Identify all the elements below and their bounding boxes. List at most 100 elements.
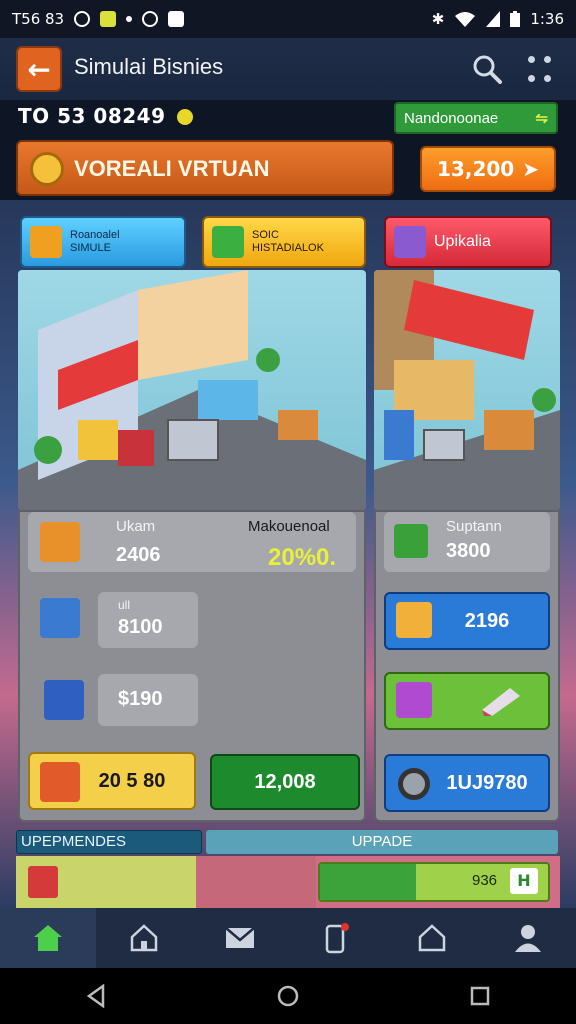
stat-row-1: Ukam 2406 Makouenoal 20%0. [28,512,356,572]
stat-row-1-value: 2406 [116,544,161,566]
storage-icon [28,866,58,898]
currency-amount: 53 08249 [57,104,166,128]
yellow-buy-button[interactable]: 20 5 80 [28,752,196,810]
home-icon [34,925,62,951]
tab-upgrade[interactable]: Upikalia [384,216,552,268]
green-upgrade-button[interactable] [384,672,550,730]
stat-right-row-1-value: 3800 [446,540,491,562]
collect-button[interactable]: 13,200 ➤ [420,146,556,192]
media-icon [142,11,159,27]
green-buy-value: 12,008 [254,770,316,793]
dots-menu-icon[interactable] [528,56,558,86]
crate-icon [40,522,80,562]
pencil-icon [482,688,520,716]
green-buy-button[interactable]: 12,008 [210,754,360,810]
building-outline-icon [418,924,446,952]
section-upgrade-right-label: UPPADE [206,830,558,854]
battery-icon [510,11,521,27]
system-nav-bar [0,968,576,1024]
search-icon [473,55,502,84]
house-outline-icon [130,924,158,952]
collect-value: 13,200 [437,157,515,181]
app-notification-icon [100,11,117,27]
basket-icon [40,598,80,638]
section-upgrades-left-label: UPEPMENDES [16,830,202,854]
forklift-icon [30,226,62,258]
bluetooth-icon: ✱ [431,10,445,28]
box-icon [44,680,84,720]
blue-tire-button[interactable]: 1UJ9780 [384,754,550,812]
store-illustration [18,270,366,510]
system-home-icon[interactable] [276,984,300,1008]
right-stats-panel: Suptann 3800 2196 1UJ9780 [374,510,560,822]
truck-icon [40,762,80,802]
download-icon [168,11,185,27]
stat-right-row-1: Suptann 3800 [384,512,550,572]
app-header: ← Simulai Bisnies [0,38,576,100]
tab-shop[interactable]: SOIC HISTADIALOK [202,216,366,268]
nav-profile[interactable] [480,908,576,968]
stack-icon [396,682,432,718]
notification-icon [74,11,91,27]
nav-phone[interactable] [288,908,384,968]
shop-scene-left[interactable] [18,270,366,510]
blue-upgrade-button[interactable]: 2196 [384,592,550,650]
nav-home[interactable] [0,908,96,968]
gold-coin-icon [30,152,64,186]
tab-simule-bottom: SIMULE [70,242,111,254]
yellow-buy-value: 20 5 80 [98,769,166,792]
cash-icon [394,524,428,558]
status-clock: 1:36 [530,10,564,28]
tab-shop-text: SOIC HISTADIALOK [252,229,324,255]
stat-row-1-label: Ukam [116,518,156,535]
progress-value: 936 [472,872,498,889]
tab-simule[interactable]: Roanoalel SIMULE [20,216,186,268]
wifi-icon [455,12,476,27]
blue-upgrade-value: 2196 [464,609,510,632]
arrows-icon: ⇋ [535,110,548,127]
stat-row-2-value: 8100 [118,616,163,638]
tab-upgrade-label: Upikalia [434,233,491,250]
left-stats-panel: Ukam 2406 Makouenoal 20%0. ull 8100 $190… [18,510,366,822]
profile-icon [515,925,541,952]
tab-simule-top: Roanoalel [70,229,120,241]
dot-icon [126,16,133,22]
section-left-body [16,856,196,908]
stat-row-2-label: ull [118,598,131,612]
tab-shop-bottom: HISTADIALOK [252,242,324,254]
stat-row-1-right-value: 20%0. [268,544,337,571]
register-icon [394,226,426,258]
search-button[interactable] [470,52,504,86]
nav-mail[interactable] [192,908,288,968]
currency-display: TO 53 08249 [18,104,193,128]
green-status-button[interactable]: Nandonoonae ⇋ [394,102,558,134]
blue-tire-value: 1UJ9780 [446,771,528,794]
forward-arrow-icon: ➤ [522,157,539,181]
section-mid-body [196,856,316,908]
coin-icon [176,109,193,125]
system-recents-icon[interactable] [469,985,491,1007]
cube-icon [212,226,244,258]
tab-shop-top: SOIC [252,229,279,241]
nav-buildings[interactable] [384,908,480,968]
status-time-left: T56 83 [12,10,65,28]
upgrade-progress-bar[interactable]: 936 H [318,862,550,902]
banner-title: VOREALI VRTUAN [74,156,270,181]
nav-store[interactable] [96,908,192,968]
green-pill-label: Nandonoonae [404,109,499,127]
signal-icon [486,11,501,27]
stat-right-row-1-label: Suptann [446,518,502,535]
stat-row-3: $190 [98,674,198,726]
shop-scene-right[interactable] [374,270,560,510]
system-back-icon[interactable] [85,984,107,1008]
status-bar: T56 83 ✱ 1:36 [0,0,576,38]
business-banner: VOREALI VRTUAN [16,140,394,196]
bottom-nav [0,908,576,968]
bread-icon [396,602,432,638]
stat-row-3-value: $190 [118,688,163,710]
stat-row-2: ull 8100 [98,592,198,648]
stat-row-1-right-label: Makouenoal [248,518,330,535]
mail-icon [225,927,255,948]
phone-icon [325,923,349,954]
back-button[interactable]: ← [16,46,62,92]
